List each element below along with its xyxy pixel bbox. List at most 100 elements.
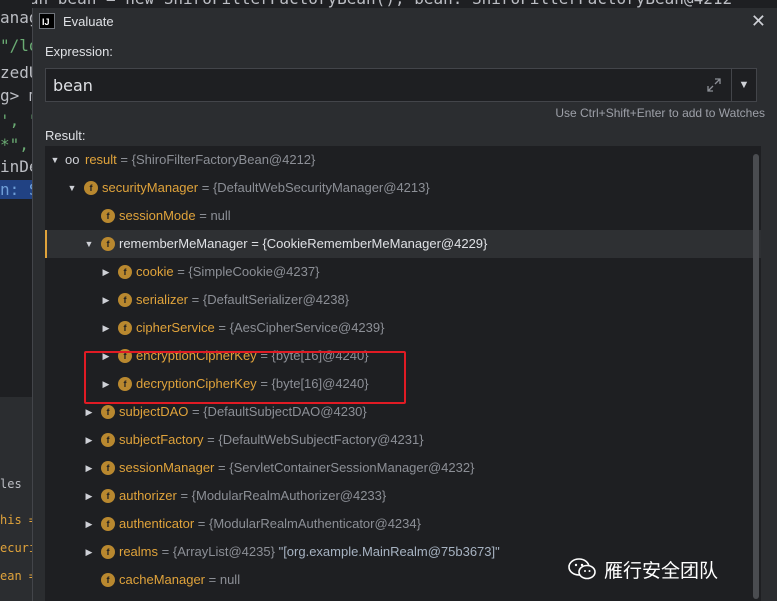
field-value: {DefaultWebSubjectFactory@4231} xyxy=(218,432,424,447)
tree-row-text: cookie = {SimpleCookie@4237} xyxy=(136,264,320,279)
background-code-line: anag xyxy=(0,8,32,27)
background-code-line: g> m xyxy=(0,86,32,105)
field-name: serializer xyxy=(136,292,189,307)
wechat-icon xyxy=(568,558,596,580)
field-icon: f xyxy=(84,181,98,195)
field-icon: f xyxy=(101,433,115,447)
tree-row-text: cipherService = {AesCipherService@4239} xyxy=(136,320,385,335)
field-icon: f xyxy=(101,237,115,251)
tree-row-text: sessionManager = {ServletContainerSessio… xyxy=(119,460,475,475)
wechat-watermark: 雁行安全团队 xyxy=(568,556,768,582)
field-icon: f xyxy=(101,573,115,587)
tree-row-text: serializer = {DefaultSerializer@4238} xyxy=(136,292,350,307)
expand-arrow-icon[interactable]: ▶ xyxy=(83,426,95,454)
expression-label: Expression: xyxy=(45,44,113,59)
background-code-line: yBean bean = new ShiroFilterFactoryBean(… xyxy=(0,0,732,8)
field-icon: f xyxy=(101,489,115,503)
tree-row-serializer[interactable]: ▶ f serializer = {DefaultSerializer@4238… xyxy=(45,286,761,314)
expand-arrow-icon[interactable]: ▶ xyxy=(83,510,95,538)
field-value: {DefaultSerializer@4238} xyxy=(202,292,350,307)
field-value: {DefaultWebSecurityManager@4213} xyxy=(212,180,430,195)
field-string-value: "[org.example.MainRealm@75b3673]" xyxy=(278,544,500,559)
expand-arrow-icon[interactable]: ▶ xyxy=(100,286,112,314)
tree-row-cipher-service[interactable]: ▶ f cipherService = {AesCipherService@42… xyxy=(45,314,761,342)
background-text: his = xyxy=(0,513,32,527)
collapse-arrow-icon[interactable]: ▼ xyxy=(83,230,95,258)
background-code-line: ', " xyxy=(0,111,32,130)
expand-arrow-icon[interactable]: ▶ xyxy=(83,538,95,566)
field-value: {ArrayList@4235} xyxy=(172,544,275,559)
tree-row-subject-factory[interactable]: ▶ f subjectFactory = {DefaultWebSubjectF… xyxy=(45,426,761,454)
background-code-line: zedU xyxy=(0,63,32,82)
expand-arrow-icon[interactable]: ▶ xyxy=(83,454,95,482)
result-label: Result: xyxy=(45,128,86,143)
selection-indicator xyxy=(45,230,47,258)
field-value: {ShiroFilterFactoryBean@4212} xyxy=(131,152,316,167)
field-icon: f xyxy=(101,461,115,475)
field-value: {CookieRememberMeManager@4229} xyxy=(262,236,488,251)
field-value: {AesCipherService@4239} xyxy=(229,320,385,335)
glasses-icon: oo xyxy=(65,152,80,167)
field-value: {ModularRealmAuthorizer@4233} xyxy=(191,488,387,503)
close-icon[interactable]: ✕ xyxy=(751,10,766,32)
tree-row-text: authorizer = {ModularRealmAuthorizer@423… xyxy=(119,488,387,503)
collapse-arrow-icon[interactable]: ▼ xyxy=(66,174,78,202)
field-value: null xyxy=(219,572,241,587)
expand-arrow-icon[interactable]: ▶ xyxy=(100,314,112,342)
field-name: cacheManager xyxy=(119,572,205,587)
intellij-app-icon: IJ xyxy=(39,13,55,29)
background-code-line: inDe xyxy=(0,157,32,176)
field-value: null xyxy=(210,208,231,223)
expand-icon[interactable] xyxy=(706,77,722,93)
chevron-down-icon: ▼ xyxy=(738,79,750,91)
tree-row-text: realms = {ArrayList@4235} "[org.example.… xyxy=(119,544,500,559)
tree-row-security-manager[interactable]: ▼ f securityManager = {DefaultWebSecurit… xyxy=(45,174,761,202)
tree-row-remember-me-manager[interactable]: ▼ f rememberMeManager = {CookieRememberM… xyxy=(45,230,761,258)
field-name: cipherService xyxy=(136,320,215,335)
tree-row-authenticator[interactable]: ▶ f authenticator = {ModularRealmAuthent… xyxy=(45,510,761,538)
field-name: realms xyxy=(119,544,159,559)
field-value: {SimpleCookie@4237} xyxy=(188,264,320,279)
field-icon: f xyxy=(118,293,132,307)
expand-arrow-icon[interactable]: ▶ xyxy=(83,482,95,510)
tree-row-session-mode[interactable]: f sessionMode = null xyxy=(45,202,761,230)
field-icon: f xyxy=(101,405,115,419)
field-value: {ModularRealmAuthenticator@4234} xyxy=(209,516,421,531)
background-text: ean = xyxy=(0,569,32,583)
expression-history-dropdown[interactable]: ▼ xyxy=(731,69,756,101)
expression-value[interactable]: bean xyxy=(53,76,93,95)
watermark-text: 雁行安全团队 xyxy=(604,559,719,582)
tree-row-session-manager[interactable]: ▶ f sessionManager = {ServletContainerSe… xyxy=(45,454,761,482)
tree-row-text: result = {ShiroFilterFactoryBean@4212} xyxy=(85,152,316,167)
dialog-title: Evaluate xyxy=(63,14,114,29)
field-icon: f xyxy=(118,321,132,335)
tree-row-text: sessionMode = null xyxy=(119,208,231,223)
expand-arrow-icon[interactable]: ▶ xyxy=(100,258,112,286)
tree-row-text: subjectFactory = {DefaultWebSubjectFacto… xyxy=(119,432,424,447)
field-icon: f xyxy=(101,545,115,559)
field-icon: f xyxy=(118,265,132,279)
collapse-arrow-icon[interactable]: ▼ xyxy=(49,146,61,174)
field-name: sessionManager xyxy=(119,460,215,475)
annotation-highlight-box xyxy=(84,351,406,404)
evaluate-dialog: IJ Evaluate ✕ Expression: bean ▼ Use Ctr… xyxy=(32,8,777,601)
field-name: cookie xyxy=(136,264,174,279)
background-code-line: *", xyxy=(0,135,29,154)
dialog-titlebar[interactable]: IJ Evaluate ✕ xyxy=(33,8,777,36)
field-name: rememberMeManager xyxy=(119,236,248,251)
field-icon: f xyxy=(101,209,115,223)
background-code-line: n: S xyxy=(0,180,32,199)
tree-row-text: cacheManager = null xyxy=(119,572,241,587)
expression-input[interactable]: bean ▼ xyxy=(45,68,757,102)
tree-row-cookie[interactable]: ▶ f cookie = {SimpleCookie@4237} xyxy=(45,258,761,286)
tree-row-text: authenticator = {ModularRealmAuthenticat… xyxy=(119,516,421,531)
field-value: {ServletContainerSessionManager@4232} xyxy=(229,460,475,475)
tree-row-authorizer[interactable]: ▶ f authorizer = {ModularRealmAuthorizer… xyxy=(45,482,761,510)
tree-scrollbar[interactable] xyxy=(753,154,759,599)
background-editor: anag "/lo zedU g> m ', " *", inDe n: S l… xyxy=(0,0,32,601)
tree-row-result[interactable]: ▼ oo result = {ShiroFilterFactoryBean@42… xyxy=(45,146,761,174)
result-tree[interactable]: ▼ oo result = {ShiroFilterFactoryBean@42… xyxy=(45,146,761,601)
background-debug-panel: les his = ecurity ean = xyxy=(0,397,32,601)
field-icon: f xyxy=(101,517,115,531)
background-text: les xyxy=(0,477,22,491)
